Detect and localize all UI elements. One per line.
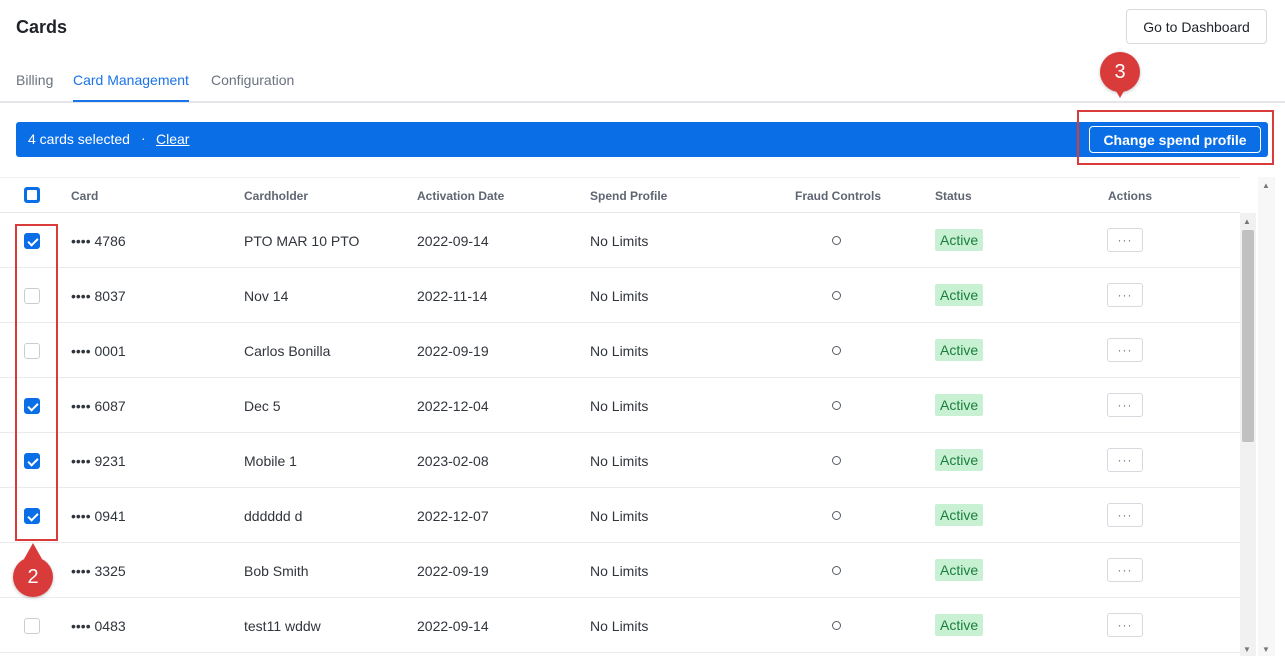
spend-profile: No Limits [590,233,649,249]
circle-icon [832,236,841,245]
more-horizontal-icon[interactable]: ··· [1107,338,1143,362]
row-checkbox[interactable] [24,618,40,634]
select-all-checkbox[interactable] [24,187,40,203]
annotation-marker-3: 3 [1100,52,1140,98]
status-badge: Active [935,559,984,581]
more-horizontal-icon[interactable]: ··· [1107,283,1143,307]
spend-profile: No Limits [590,398,649,414]
selected-count: 4 cards selected [28,131,130,147]
column-header-spend-profile[interactable]: Spend Profile [590,189,667,203]
outer-scrollbar[interactable] [1258,177,1275,656]
spend-profile: No Limits [590,343,649,359]
column-header-activation-date[interactable]: Activation Date [417,189,504,203]
cardholder-name: Dec 5 [244,398,281,414]
spend-profile: No Limits [590,288,649,304]
arrow-down-icon[interactable]: ▼ [1262,645,1270,654]
cardholder-name: dddddd d [244,508,303,524]
card-number: •••• 6087 [71,398,126,414]
spend-profile: No Limits [590,618,649,634]
table-row[interactable]: •••• 3325 Bob Smith 2022-09-19 No Limits Act… [0,543,1240,598]
activation-date: 2022-09-14 [417,618,489,634]
table-row[interactable]: •••• 8037 Nov 14 2022-11-14 No Limits Active… [0,268,1240,323]
table-header: Card Cardholder Activation Date Spend Pr… [0,177,1240,213]
status-badge: Active [935,614,984,636]
page-title: Cards [16,17,68,37]
status-badge: Active [935,229,984,251]
arrow-up-icon[interactable]: ▲ [1243,217,1251,226]
separator-dot: · [141,130,146,146]
tabs-bar: Billing Card Management Configuration [0,58,1285,103]
inner-scrollbar-thumb[interactable] [1242,230,1254,442]
table-row[interactable]: •••• 9231 Mobile 1 2023-02-08 No Limits Acti… [0,433,1240,488]
more-horizontal-icon[interactable]: ··· [1107,228,1143,252]
cardholder-name: Nov 14 [244,288,289,304]
go-to-dashboard-button[interactable]: Go to Dashboard [1126,9,1267,44]
arrow-up-icon[interactable]: ▲ [1262,181,1270,190]
highlight-change-spend-profile [1077,110,1274,165]
spend-profile: No Limits [590,563,649,579]
circle-icon [832,346,841,355]
column-header-card[interactable]: Card [71,189,98,203]
arrow-down-icon[interactable]: ▼ [1243,645,1251,654]
cardholder-name: PTO MAR 10 PTO [244,233,360,249]
status-badge: Active [935,339,984,361]
clear-selection-link[interactable]: Clear [156,131,189,147]
status-badge: Active [935,284,984,306]
column-header-actions: Actions [1108,189,1153,203]
table-row[interactable]: •••• 0483 test11 wddw 2022-09-14 No Limits A… [0,598,1240,653]
column-header-fraud-controls[interactable]: Fraud Controls [795,189,881,203]
circle-icon [832,291,841,300]
cardholder-name: Carlos Bonilla [244,343,331,359]
more-horizontal-icon[interactable]: ··· [1107,613,1143,637]
circle-icon [832,401,841,410]
more-horizontal-icon[interactable]: ··· [1107,503,1143,527]
card-number: •••• 8037 [71,288,126,304]
tab-card-management[interactable]: Card Management [73,72,189,102]
table-row[interactable]: •••• 0941 dddddd d 2022-12-07 No Limits Acti… [0,488,1240,543]
annotation-marker-2: 2 [13,543,53,597]
circle-icon [832,621,841,630]
card-number: •••• 0941 [71,508,126,524]
card-number: •••• 0483 [71,618,126,634]
spend-profile: No Limits [590,453,649,469]
activation-date: 2022-11-14 [417,288,488,304]
status-badge: Active [935,504,984,526]
circle-icon [832,456,841,465]
table-row[interactable]: •••• 0001 Carlos Bonilla 2022-09-19 No Limi… [0,323,1240,378]
column-header-status[interactable]: Status [935,189,972,203]
tab-billing[interactable]: Billing [16,72,53,100]
more-horizontal-icon[interactable]: ··· [1107,558,1143,582]
activation-date: 2022-12-07 [417,508,489,524]
highlight-checkbox-column [15,224,58,541]
status-badge: Active [935,449,984,471]
activation-date: 2022-09-14 [417,233,489,249]
cardholder-name: test11 wddw [244,618,321,634]
cardholder-name: Bob Smith [244,563,309,579]
activation-date: 2023-02-08 [417,453,489,469]
spend-profile: No Limits [590,508,649,524]
card-number: •••• 9231 [71,453,126,469]
more-horizontal-icon[interactable]: ··· [1107,448,1143,472]
card-number: •••• 0001 [71,343,126,359]
circle-icon [832,566,841,575]
activation-date: 2022-09-19 [417,563,489,579]
circle-icon [832,511,841,520]
status-badge: Active [935,394,984,416]
cardholder-name: Mobile 1 [244,453,297,469]
activation-date: 2022-12-04 [417,398,489,414]
tab-configuration[interactable]: Configuration [211,72,294,100]
column-header-cardholder[interactable]: Cardholder [244,189,308,203]
table-row[interactable]: •••• 6087 Dec 5 2022-12-04 No Limits Active ·… [0,378,1240,433]
table-row[interactable]: •••• 4786 PTO MAR 10 PTO 2022-09-14 No Limi… [0,213,1240,268]
activation-date: 2022-09-19 [417,343,489,359]
card-number: •••• 4786 [71,233,126,249]
card-number: •••• 3325 [71,563,126,579]
more-horizontal-icon[interactable]: ··· [1107,393,1143,417]
